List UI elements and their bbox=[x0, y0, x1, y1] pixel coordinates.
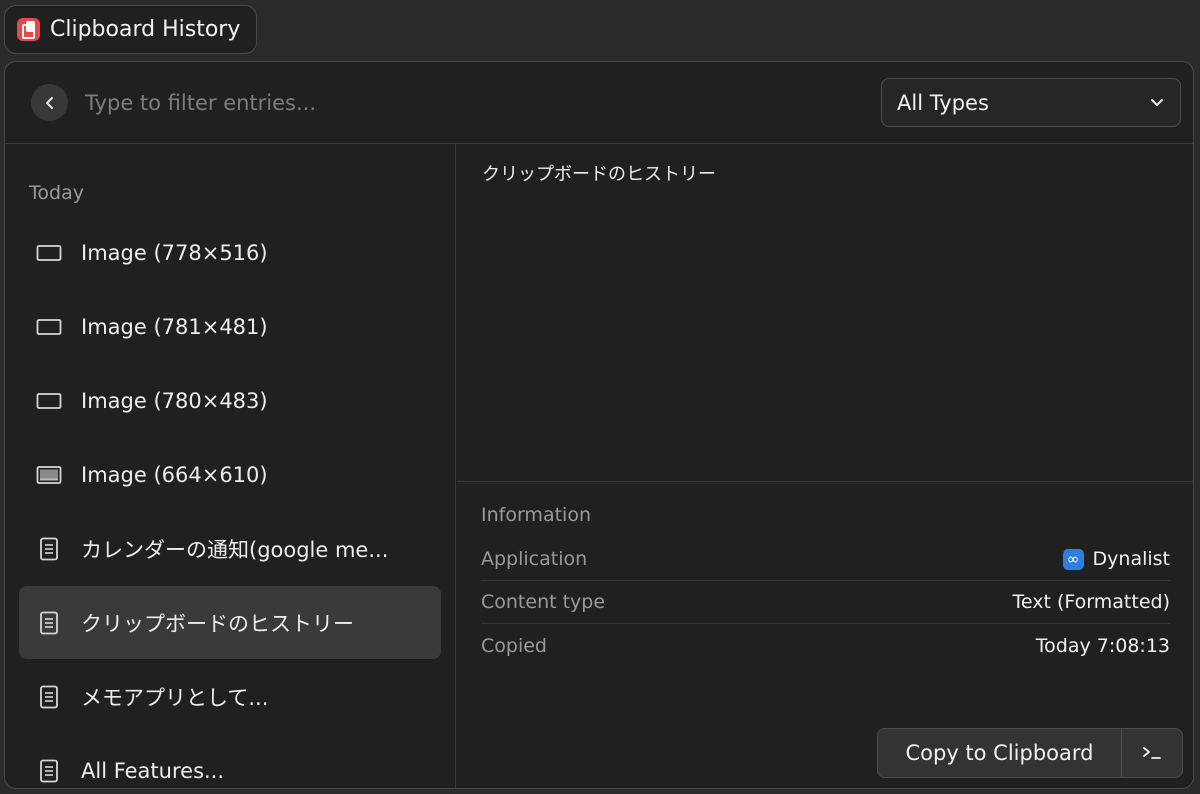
image-icon bbox=[35, 313, 63, 341]
information-section: Information Application ∞ Dynalist Conte… bbox=[481, 504, 1170, 667]
list-item-label: Image (780×483) bbox=[81, 388, 268, 413]
info-row-application: Application ∞ Dynalist bbox=[481, 538, 1170, 581]
chevron-down-icon bbox=[1151, 98, 1163, 106]
terminal-action-button[interactable] bbox=[1122, 729, 1182, 777]
application-name: Dynalist bbox=[1092, 548, 1170, 570]
list-item[interactable]: メモアプリとして... bbox=[19, 660, 441, 733]
action-bar: Copy to Clipboard bbox=[877, 728, 1183, 778]
list-item-label: Image (781×481) bbox=[81, 314, 268, 339]
detail-pane: クリップボードのヒストリー Information Application ∞ … bbox=[457, 144, 1193, 788]
info-value: Today 7:08:13 bbox=[1035, 634, 1170, 657]
list-item[interactable]: Image (778×516) bbox=[19, 216, 441, 289]
image-icon bbox=[35, 239, 63, 267]
info-key: Content type bbox=[481, 591, 606, 613]
back-button[interactable] bbox=[31, 84, 68, 121]
info-key: Copied bbox=[481, 634, 547, 657]
information-title: Information bbox=[481, 504, 591, 526]
type-filter-dropdown[interactable]: All Types bbox=[881, 78, 1181, 127]
list-item-label: メモアプリとして... bbox=[81, 685, 269, 710]
copy-to-clipboard-button[interactable]: Copy to Clipboard bbox=[878, 729, 1122, 777]
list-item-label: All Features... bbox=[81, 758, 225, 783]
document-icon bbox=[35, 683, 63, 711]
document-icon bbox=[35, 609, 63, 637]
list-item-label: カレンダーの通知(google me... bbox=[81, 537, 389, 562]
document-icon bbox=[35, 757, 63, 785]
clipboard-history-window: All Types Today Image (778×516) Image (7… bbox=[4, 61, 1194, 789]
info-row-copied: Copied Today 7:08:13 bbox=[481, 624, 1170, 667]
dynalist-icon: ∞ bbox=[1062, 548, 1084, 570]
image-icon bbox=[35, 461, 63, 489]
info-row-content-type: Content type Text (Formatted) bbox=[481, 581, 1170, 624]
search-bar: All Types bbox=[5, 62, 1193, 144]
entry-list[interactable]: Today Image (778×516) Image (781×481) Im… bbox=[5, 144, 456, 788]
clipboard-app-icon bbox=[17, 18, 40, 41]
list-item-label: Image (664×610) bbox=[81, 462, 268, 487]
document-icon bbox=[35, 535, 63, 563]
search-input[interactable] bbox=[83, 84, 623, 121]
window-title: Clipboard History bbox=[50, 17, 241, 42]
info-value: ∞ Dynalist bbox=[1062, 548, 1170, 570]
image-icon bbox=[35, 387, 63, 415]
info-value: Text (Formatted) bbox=[1012, 591, 1170, 613]
preview-text: クリップボードのヒストリー bbox=[482, 164, 716, 185]
section-header-today: Today bbox=[29, 182, 84, 204]
list-item[interactable]: カレンダーの通知(google me... bbox=[19, 512, 441, 585]
list-item[interactable]: Image (664×610) bbox=[19, 438, 441, 511]
chevron-left-icon bbox=[45, 96, 53, 109]
type-filter-label: All Types bbox=[897, 90, 989, 115]
list-item[interactable]: Image (781×481) bbox=[19, 290, 441, 363]
terminal-icon bbox=[1143, 747, 1161, 759]
list-item-selected[interactable]: クリップボードのヒストリー bbox=[19, 586, 441, 659]
list-item[interactable]: Image (780×483) bbox=[19, 364, 441, 437]
list-item-label: クリップボードのヒストリー bbox=[81, 611, 354, 636]
window-title-tab: Clipboard History bbox=[4, 5, 257, 54]
info-key: Application bbox=[481, 548, 588, 570]
list-item-label: Image (778×516) bbox=[81, 240, 268, 265]
list-item[interactable]: All Features... bbox=[19, 734, 441, 788]
preview-area[interactable]: クリップボードのヒストリー bbox=[457, 144, 1193, 482]
